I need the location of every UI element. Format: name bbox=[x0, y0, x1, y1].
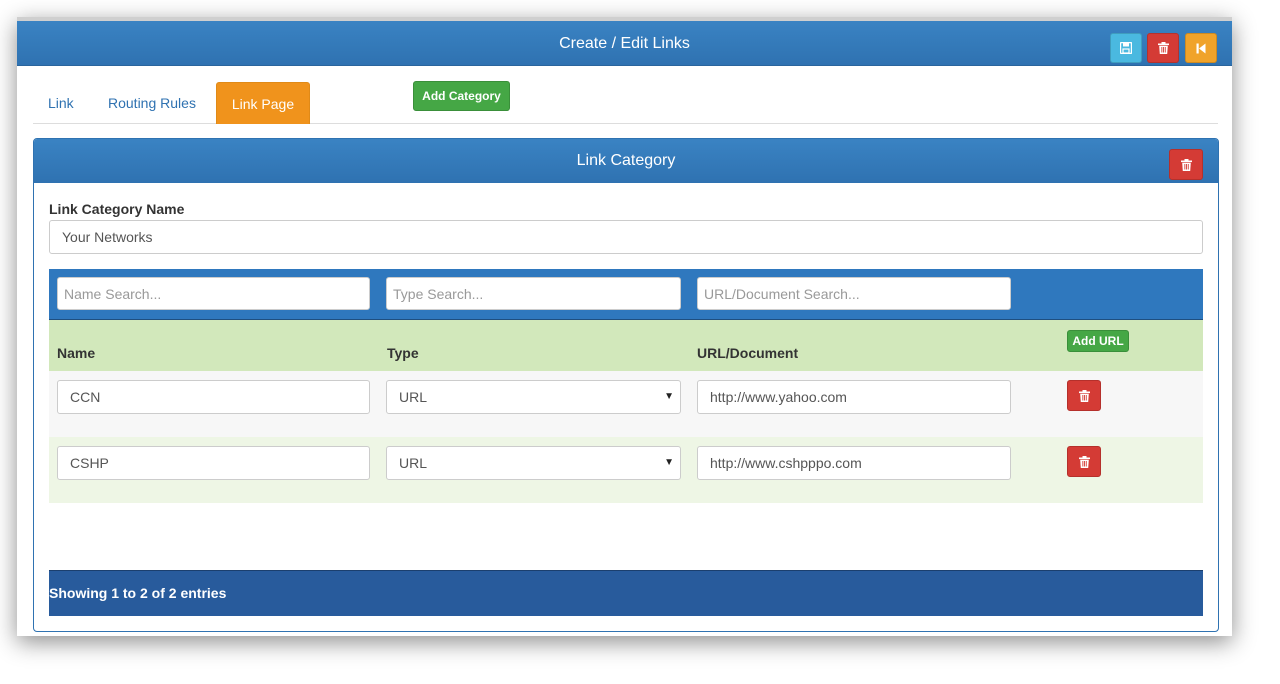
category-name-label: Link Category Name bbox=[49, 201, 185, 217]
delete-row-button[interactable] bbox=[1067, 446, 1101, 477]
column-header-url: URL/Document bbox=[697, 345, 799, 361]
floppy-disk-icon bbox=[1120, 42, 1132, 54]
type-search-input[interactable] bbox=[386, 277, 681, 310]
link-type-select[interactable]: URL ▼ bbox=[386, 446, 681, 480]
tab-bar: Link Routing Rules Link Page bbox=[33, 82, 1218, 124]
skip-back-icon bbox=[1196, 43, 1206, 53]
back-button[interactable] bbox=[1185, 33, 1217, 63]
tab-link[interactable]: Link bbox=[48, 82, 74, 124]
link-url-input[interactable]: http://www.cshpppo.com bbox=[697, 446, 1011, 480]
trash-icon bbox=[1157, 42, 1169, 54]
category-name-input[interactable] bbox=[49, 220, 1203, 254]
link-name-input[interactable]: CSHP bbox=[57, 446, 370, 480]
window-header: Create / Edit Links bbox=[17, 21, 1232, 66]
edit-links-window: Create / Edit Links Link Routing Rules L… bbox=[17, 17, 1232, 636]
panel-header: Link Category bbox=[34, 139, 1218, 183]
column-header-name: Name bbox=[57, 345, 96, 361]
link-type-value: URL bbox=[399, 389, 428, 405]
tab-link-page[interactable]: Link Page bbox=[216, 82, 310, 124]
chevron-down-icon: ▼ bbox=[664, 391, 674, 402]
link-name-input[interactable]: CCN bbox=[57, 380, 370, 414]
add-url-button[interactable]: Add URL bbox=[1067, 330, 1129, 352]
link-type-select[interactable]: URL ▼ bbox=[386, 380, 681, 414]
name-search-input[interactable] bbox=[57, 277, 370, 310]
trash-icon bbox=[1078, 455, 1090, 468]
add-category-button[interactable]: Add Category bbox=[413, 81, 510, 111]
delete-button[interactable] bbox=[1147, 33, 1179, 63]
delete-row-button[interactable] bbox=[1067, 380, 1101, 411]
tab-routing-rules[interactable]: Routing Rules bbox=[108, 82, 196, 124]
delete-category-button[interactable] bbox=[1169, 149, 1203, 180]
chevron-down-icon: ▼ bbox=[664, 457, 674, 468]
table-footer: Showing 1 to 2 of 2 entries bbox=[49, 570, 1203, 616]
link-url-input[interactable]: http://www.yahoo.com bbox=[697, 380, 1011, 414]
panel-title: Link Category bbox=[576, 152, 676, 169]
window-title: Create / Edit Links bbox=[559, 35, 690, 52]
search-row bbox=[49, 269, 1203, 319]
url-search-input[interactable] bbox=[697, 277, 1011, 310]
link-category-panel: Link Category Link Category Name Name bbox=[33, 138, 1219, 632]
entries-info: Showing 1 to 2 of 2 entries bbox=[49, 585, 227, 601]
table-header: Name Type URL/Document Add URL bbox=[49, 319, 1203, 371]
table-row: CSHP URL ▼ http://www.cshpppo.com bbox=[49, 437, 1203, 503]
column-header-type: Type bbox=[387, 345, 419, 361]
trash-icon bbox=[1180, 158, 1192, 171]
trash-icon bbox=[1078, 389, 1090, 402]
table-row: CCN URL ▼ http://www.yahoo.com bbox=[49, 371, 1203, 437]
save-button[interactable] bbox=[1110, 33, 1142, 63]
link-type-value: URL bbox=[399, 455, 428, 471]
